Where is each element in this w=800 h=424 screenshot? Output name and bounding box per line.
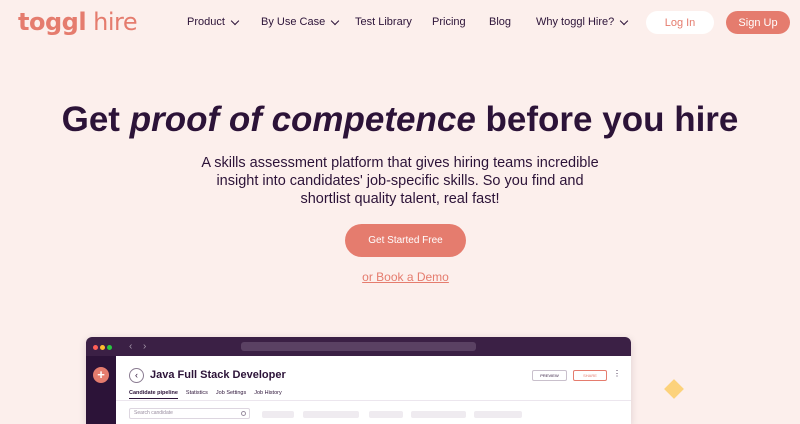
window-titlebar: ‹ › — [86, 337, 631, 356]
hero-title-emphasis: proof of competence — [129, 100, 476, 139]
book-demo-link[interactable]: or Book a Demo — [0, 270, 800, 284]
preview-label: PREVIEW — [540, 373, 559, 378]
nav-test-library[interactable]: Test Library — [355, 16, 412, 28]
job-title: Java Full Stack Developer — [150, 369, 286, 381]
nav-product-label: Product — [187, 16, 225, 28]
app-preview-window: ‹ › + ‹ Java Full Stack Developer PREVIE… — [86, 337, 631, 424]
back-arrow-icon: ‹ — [129, 341, 133, 352]
get-started-button[interactable]: Get Started Free — [345, 224, 466, 257]
site-header: toggl hire Product By Use Case Test Libr… — [0, 0, 800, 44]
nav-blog[interactable]: Blog — [489, 16, 511, 28]
share-label: SHARE — [583, 373, 597, 378]
skeleton-placeholder — [262, 411, 294, 418]
forward-arrow-icon: › — [143, 341, 147, 352]
candidate-search-input: Search candidate — [129, 408, 250, 419]
more-options-icon: ⋮ — [613, 369, 621, 378]
hero-title: Get proof of competence before you hire — [61, 100, 739, 139]
share-button: SHARE — [573, 370, 607, 381]
search-placeholder: Search candidate — [134, 410, 173, 416]
nav-why-toggl-hire[interactable]: Why toggl Hire? — [536, 16, 629, 28]
decorative-diamond-shape — [664, 379, 684, 399]
nav-blog-label: Blog — [489, 16, 512, 28]
toggl-hire-logo[interactable]: toggl hire — [18, 8, 138, 36]
skeleton-placeholder — [474, 411, 522, 418]
tab-statistics: Statistics — [185, 390, 208, 396]
nav-test-library-label: Test Library — [355, 16, 412, 28]
job-tabs: Candidate pipeline Statistics Job Settin… — [129, 390, 282, 399]
signup-button[interactable]: Sign Up — [726, 11, 790, 34]
minimize-dot-icon — [100, 345, 105, 350]
skeleton-placeholder — [369, 411, 403, 418]
nav-by-use-case-label: By Use Case — [261, 16, 326, 28]
search-icon — [241, 411, 246, 416]
login-button[interactable]: Log In — [646, 11, 714, 34]
url-bar — [241, 342, 476, 351]
app-sidebar: + — [86, 356, 116, 424]
skeleton-placeholder — [303, 411, 359, 418]
tab-job-settings: Job Settings — [215, 390, 247, 396]
nav-by-use-case[interactable]: By Use Case — [261, 16, 340, 28]
nav-pricing[interactable]: Pricing — [432, 16, 466, 28]
app-content: ‹ Java Full Stack Developer PREVIEW SHAR… — [116, 356, 631, 424]
tab-job-history: Job History — [254, 390, 282, 396]
nav-product[interactable]: Product — [187, 16, 240, 28]
chevron-down-icon — [620, 16, 629, 25]
close-dot-icon — [93, 345, 98, 350]
add-icon: + — [93, 367, 109, 383]
nav-pricing-label: Pricing — [432, 16, 466, 28]
preview-button: PREVIEW — [532, 370, 567, 381]
nav-why-toggl-hire-label: Why toggl Hire? — [536, 16, 615, 28]
chevron-down-icon — [230, 16, 240, 25]
tab-divider — [116, 400, 631, 401]
tab-candidate-pipeline: Candidate pipeline — [129, 390, 178, 399]
maximize-dot-icon — [107, 345, 112, 350]
chevron-down-icon — [330, 16, 340, 25]
skeleton-placeholder — [411, 411, 466, 418]
back-button-icon: ‹ — [129, 368, 144, 383]
hero-subtitle: A skills assessment platform that gives … — [201, 155, 599, 207]
